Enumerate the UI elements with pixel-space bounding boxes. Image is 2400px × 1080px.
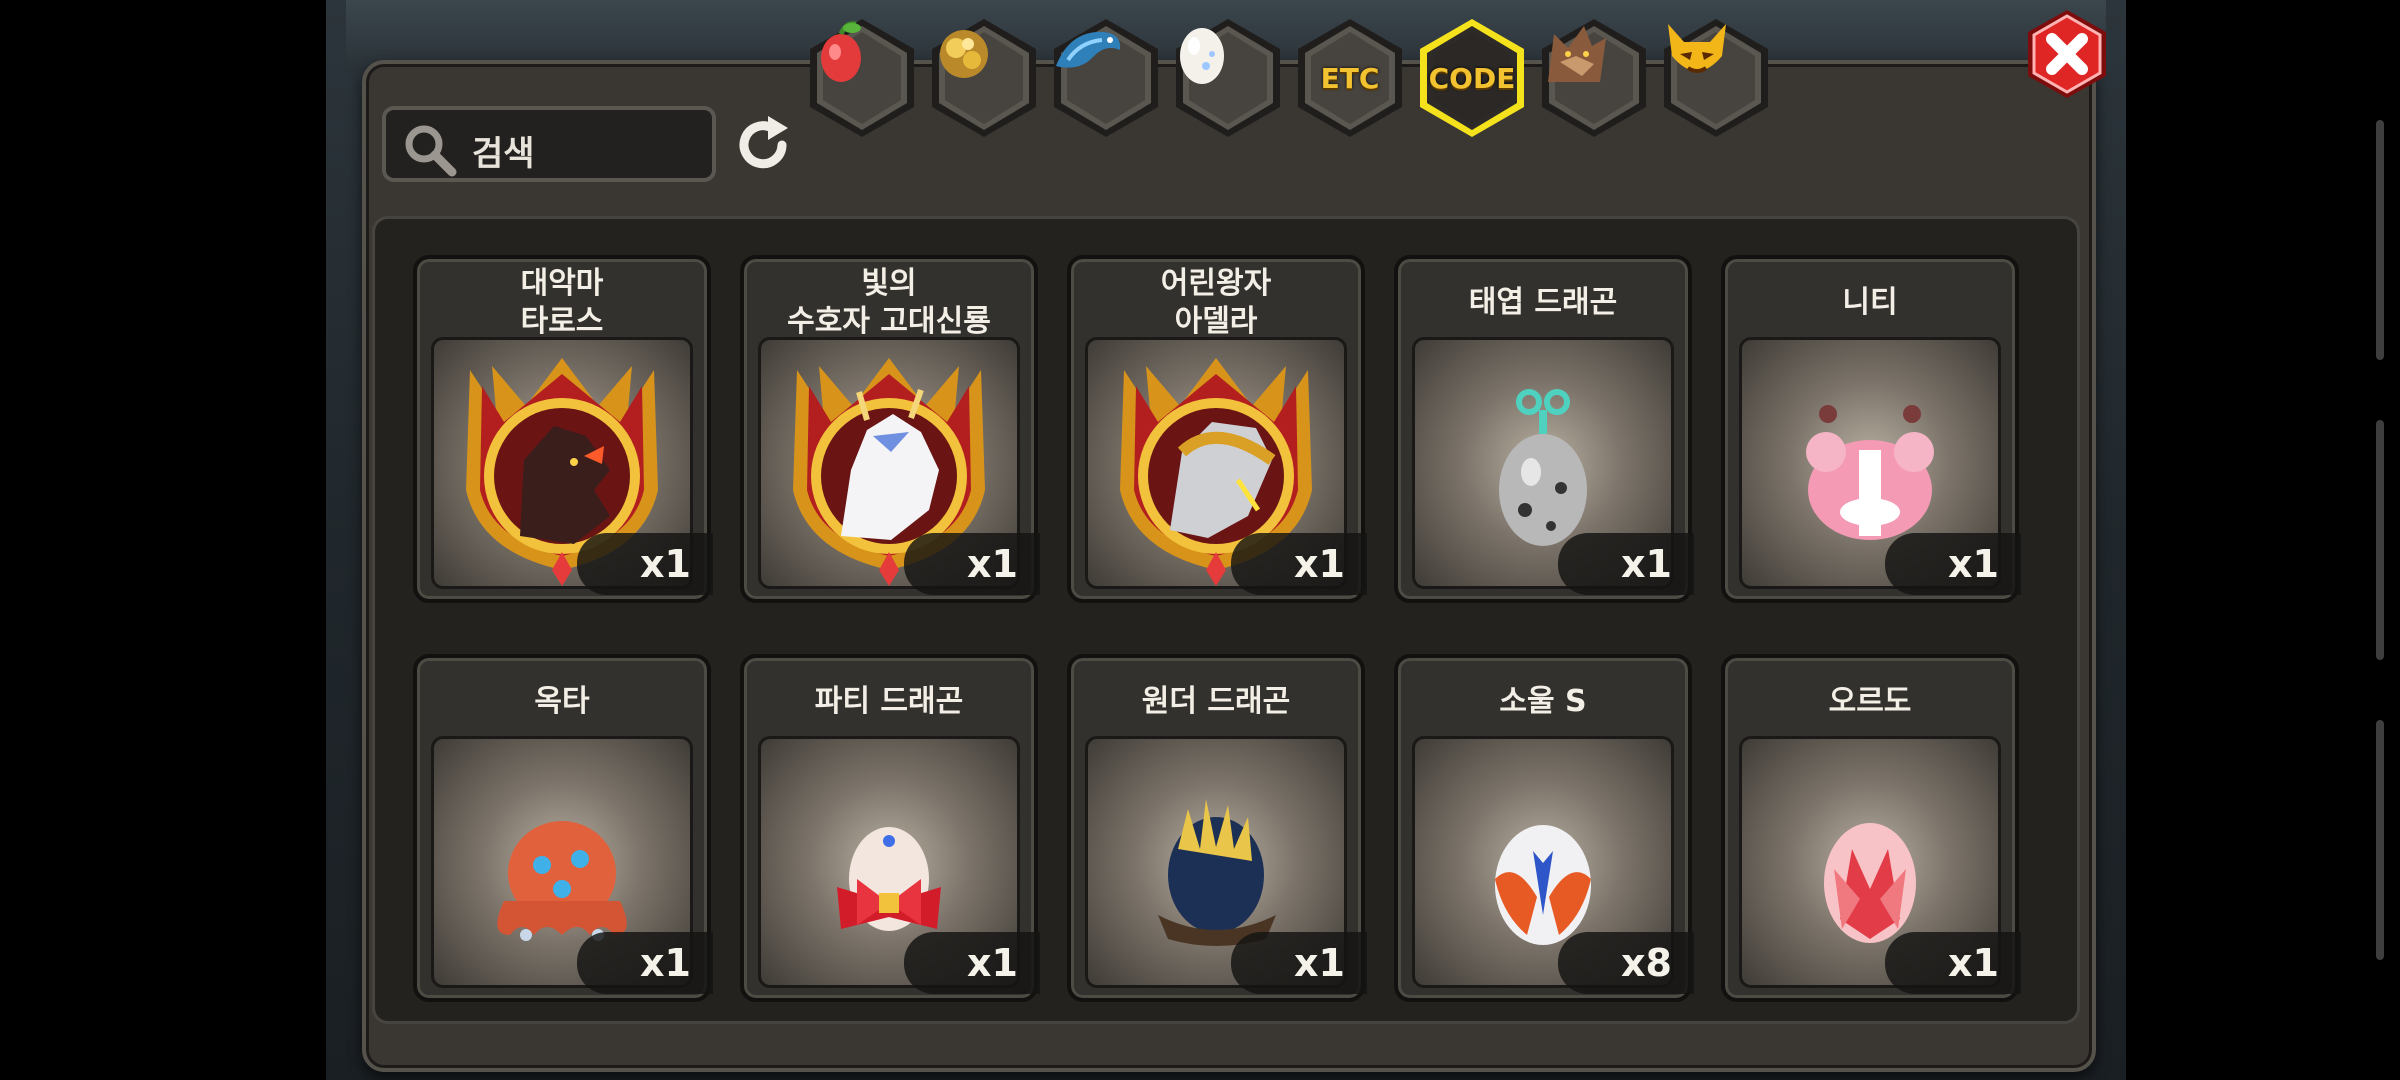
- item-card[interactable]: 대악마 타로스 x1: [413, 255, 713, 603]
- tab-etc[interactable]: ETC: [1294, 16, 1406, 140]
- item-count: x1: [1558, 533, 1694, 595]
- item-count: x1: [1885, 932, 2021, 994]
- item-card[interactable]: 오르도 x1: [1721, 654, 2021, 1002]
- search-placeholder: 검색: [472, 134, 535, 174]
- item-count: x1: [1231, 932, 1367, 994]
- tab-werewolf[interactable]: [1538, 16, 1650, 140]
- horned-mask-icon: [1660, 16, 1772, 140]
- item-card[interactable]: 어린왕자 아델라 x1: [1067, 255, 1367, 603]
- tab-egg[interactable]: [1172, 16, 1284, 140]
- item-name: 옥타: [534, 684, 590, 719]
- item-card[interactable]: 파티 드래곤 x1: [740, 654, 1040, 1002]
- item-name: 태엽 드래곤: [1468, 285, 1618, 320]
- tab-fruit[interactable]: [806, 16, 918, 140]
- scroll-indicator: [2376, 420, 2384, 660]
- item-card[interactable]: 니티 x1: [1721, 255, 2021, 603]
- close-icon[interactable]: [2022, 6, 2112, 102]
- tab-label: ETC: [1320, 61, 1380, 95]
- item-count: x1: [1231, 533, 1367, 595]
- scroll-indicator: [2376, 720, 2384, 960]
- gold-ore-icon: [928, 16, 1040, 140]
- item-count: x1: [904, 932, 1040, 994]
- werewolf-icon: [1538, 16, 1650, 140]
- item-card[interactable]: 소울 S x8: [1394, 654, 1694, 1002]
- item-name: 소울 S: [1499, 684, 1587, 719]
- search-icon: [405, 125, 457, 177]
- tab-mask[interactable]: [1660, 16, 1772, 140]
- item-count: x1: [577, 932, 713, 994]
- item-name: 니티: [1842, 285, 1898, 320]
- blue-dragon-icon: [1050, 16, 1162, 140]
- refresh-icon[interactable]: [732, 114, 794, 176]
- scroll-indicator: [2376, 120, 2384, 360]
- item-card[interactable]: 빛의 수호자 고대신룡 x1: [740, 255, 1040, 603]
- tab-dragon-skin[interactable]: [1050, 16, 1162, 140]
- item-name: 대악마 타로스: [520, 266, 604, 339]
- red-fruit-icon: [806, 16, 918, 140]
- item-grid: 대악마 타로스 x1 빛의 수호자 고대신룡 x1 어린왕자 아델라 x1 태엽 드래곤 x1…: [372, 216, 2080, 1024]
- item-name: 어린왕자 아델라: [1160, 266, 1272, 339]
- tab-material[interactable]: [928, 16, 1040, 140]
- egg-icon: [1172, 16, 1284, 140]
- item-card[interactable]: 옥타 x1: [413, 654, 713, 1002]
- item-card[interactable]: 원더 드래곤 x1: [1067, 654, 1367, 1002]
- item-name: 원더 드래곤: [1141, 684, 1291, 719]
- item-count: x1: [1885, 533, 2021, 595]
- tab-label: CODE: [1428, 61, 1516, 95]
- item-count: x1: [577, 533, 713, 595]
- search-input[interactable]: 검색: [382, 106, 716, 182]
- tab-code[interactable]: CODE: [1416, 16, 1528, 140]
- item-card[interactable]: 태엽 드래곤 x1: [1394, 255, 1694, 603]
- item-count: x1: [904, 533, 1040, 595]
- item-name: 파티 드래곤: [814, 684, 964, 719]
- item-name: 빛의 수호자 고대신룡: [787, 266, 991, 339]
- item-count: x8: [1558, 932, 1694, 994]
- item-name: 오르도: [1828, 684, 1912, 719]
